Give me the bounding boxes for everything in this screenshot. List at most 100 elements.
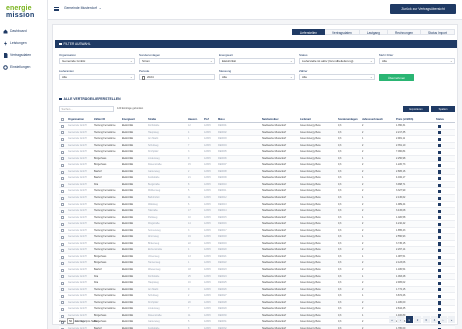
row-checkbox[interactable] (61, 255, 64, 259)
column-header[interactable]: Straße (147, 116, 187, 122)
document-icon[interactable] (438, 288, 441, 292)
checkbox[interactable] (61, 117, 64, 121)
search-input[interactable]: Suchen... (59, 106, 114, 112)
document-icon[interactable] (438, 203, 441, 207)
document-icon[interactable] (438, 124, 441, 128)
column-header[interactable]: PLZ (203, 116, 217, 122)
organisation-select[interactable]: Gemeinde GmbH ⌄ (59, 58, 135, 64)
document-icon[interactable] (438, 235, 441, 240)
row-checkbox[interactable] (61, 288, 64, 292)
document-icon[interactable] (438, 170, 441, 174)
row-checkbox[interactable] (61, 183, 64, 187)
page-button[interactable]: 2 (414, 316, 421, 323)
periode-datepicker[interactable]: 2024 (139, 74, 215, 80)
row-checkbox[interactable] (61, 131, 64, 135)
status-select[interactable]: Lieferstelle ist aktiv (Grundbelieferung… (299, 58, 375, 64)
row-checkbox[interactable] (61, 137, 64, 141)
row-checkbox[interactable] (61, 262, 64, 266)
column-header[interactable]: Jahresverbrauch (361, 116, 395, 122)
columns-button[interactable]: Spalten (431, 106, 455, 112)
row-checkbox[interactable] (61, 229, 64, 233)
logo[interactable]: energie mission (6, 5, 44, 19)
select-all-checkbox[interactable] (59, 116, 67, 122)
document-icon[interactable] (438, 216, 441, 220)
document-icon[interactable] (438, 307, 441, 312)
document-icon[interactable] (438, 222, 441, 226)
document-icon[interactable] (438, 301, 441, 305)
row-checkbox[interactable] (61, 144, 64, 148)
row-checkbox[interactable] (61, 301, 64, 305)
column-header[interactable]: Hausnr. (187, 116, 203, 122)
apply-filter-button[interactable]: Übernehmen (379, 74, 414, 81)
document-icon[interactable] (438, 190, 441, 194)
document-icon[interactable] (438, 294, 441, 298)
sidebar-item-dashboard[interactable]: Dashboard (0, 27, 48, 35)
column-header[interactable]: Lieferant (299, 116, 337, 122)
column-header[interactable]: Netzbetreiber (261, 116, 299, 122)
document-icon[interactable] (438, 248, 441, 253)
page-button[interactable]: « (388, 316, 396, 323)
row-checkbox[interactable] (61, 124, 64, 128)
row-checkbox[interactable] (61, 275, 64, 279)
export-button[interactable]: Exportieren (403, 106, 429, 112)
row-checkbox[interactable] (61, 196, 64, 200)
document-icon[interactable] (438, 183, 441, 187)
filter-panel-header[interactable]: FILTER AUSWAHL (55, 40, 457, 48)
row-checkbox[interactable] (61, 294, 64, 298)
page-button[interactable]: 1 (405, 316, 413, 323)
row-checkbox[interactable] (61, 170, 64, 174)
column-header[interactable]: Preis (ct/kWh) (395, 116, 435, 122)
column-header[interactable]: Sonderumlagen (337, 116, 361, 122)
energieart-select[interactable]: Elektrizität ⌄ (219, 58, 295, 64)
document-icon[interactable] (438, 281, 441, 285)
per-page-select[interactable]: 50 (67, 317, 75, 324)
sonderumlagen-select[interactable]: Strom ⌄ (139, 58, 215, 64)
row-checkbox[interactable] (61, 242, 64, 246)
row-checkbox[interactable] (61, 281, 64, 285)
company-selector[interactable]: Gemeinde Musterdorf ⌄ (64, 6, 102, 10)
row-checkbox[interactable] (61, 190, 64, 194)
column-header[interactable]: Zähler ID (93, 116, 121, 122)
page-button[interactable]: 3 (422, 316, 430, 323)
mehr-filter-select[interactable]: Alle ⌄ (379, 58, 455, 64)
row-checkbox[interactable] (61, 157, 64, 161)
column-header[interactable]: Organisation (67, 116, 93, 122)
document-icon[interactable] (438, 196, 441, 200)
page-button[interactable]: » (448, 316, 455, 323)
row-checkbox[interactable] (61, 216, 64, 220)
row-checkbox[interactable] (61, 209, 64, 213)
row-checkbox[interactable] (61, 150, 64, 154)
row-checkbox[interactable] (61, 222, 64, 226)
tab-lieferstellen[interactable]: Lieferstellen (291, 29, 325, 35)
sidebar-item-vertragsdaten[interactable]: Vertragsdaten (0, 51, 48, 59)
messung-select[interactable]: Alle ⌄ (219, 74, 295, 80)
tab-lastgang[interactable]: Lastgang (359, 29, 388, 35)
column-header[interactable]: MaLo (217, 116, 261, 122)
document-icon[interactable] (438, 150, 441, 154)
document-icon[interactable] (438, 144, 441, 148)
row-checkbox[interactable] (61, 177, 64, 181)
document-icon[interactable] (438, 268, 441, 272)
page-button[interactable]: 4 (431, 316, 438, 323)
document-icon[interactable] (438, 157, 441, 161)
sidebar-item-einstellungen[interactable]: Einstellungen (0, 63, 48, 71)
zaehler-select[interactable]: Alle ⌄ (299, 74, 375, 80)
document-icon[interactable] (438, 255, 441, 259)
tab-status-import[interactable]: Status Import (421, 29, 455, 35)
row-checkbox[interactable] (61, 235, 64, 239)
column-header[interactable]: Status (435, 116, 455, 122)
lieferanten-select[interactable]: Alle ⌄ (59, 74, 135, 80)
page-button[interactable]: ‹ (397, 316, 404, 323)
row-checkbox[interactable] (61, 249, 64, 253)
document-icon[interactable] (438, 262, 441, 266)
document-icon[interactable] (438, 209, 441, 213)
document-icon[interactable] (438, 275, 441, 279)
sidebar-item-leistungen[interactable]: Leistungen (0, 39, 48, 47)
tab-vertragsdaten[interactable]: Vertragsdaten (324, 29, 360, 35)
document-icon[interactable] (438, 137, 441, 141)
column-header[interactable]: Energieart (121, 116, 147, 122)
document-icon[interactable] (438, 131, 441, 135)
document-icon[interactable] (438, 229, 441, 233)
document-icon[interactable] (438, 163, 441, 168)
row-checkbox[interactable] (61, 163, 64, 167)
